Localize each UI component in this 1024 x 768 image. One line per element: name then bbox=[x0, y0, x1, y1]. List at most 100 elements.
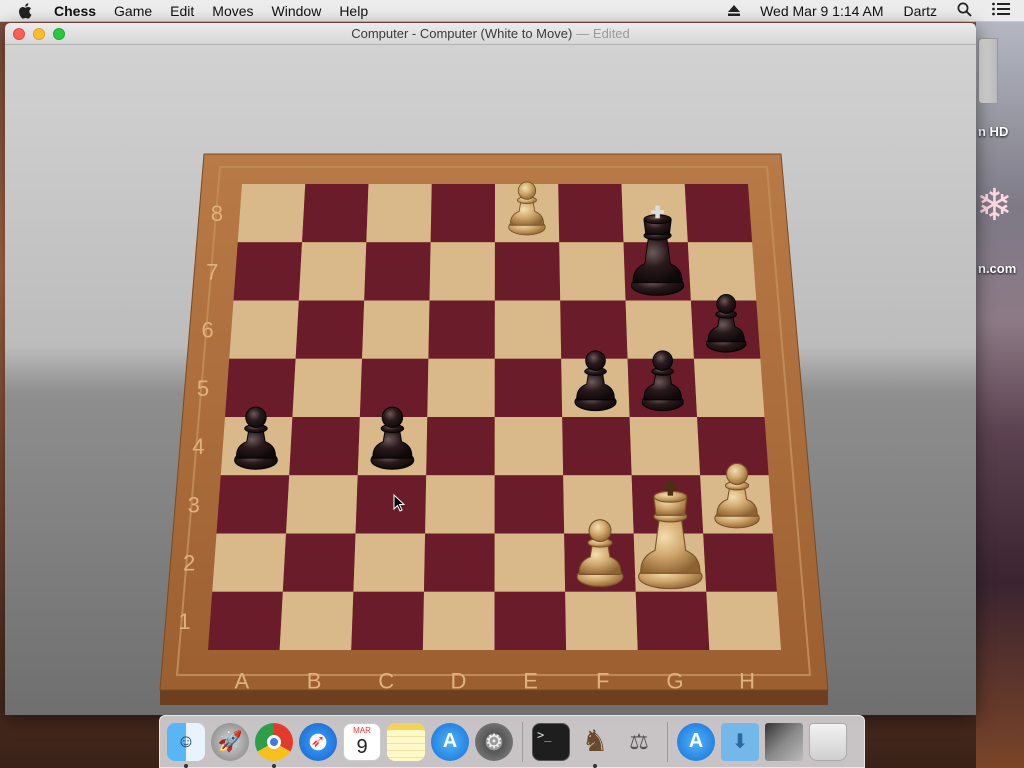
rank-label-7: 7 bbox=[206, 259, 218, 284]
system-preferences-icon[interactable]: ⚙ bbox=[475, 722, 513, 761]
menu-window[interactable]: Window bbox=[272, 3, 322, 19]
desktop-label-hd: n HD bbox=[978, 124, 1009, 139]
board-square[interactable] bbox=[216, 475, 290, 534]
app-store-icon[interactable]: A bbox=[431, 722, 469, 761]
board-square[interactable] bbox=[635, 591, 710, 650]
board-square[interactable] bbox=[286, 475, 358, 534]
board-square[interactable] bbox=[292, 358, 363, 417]
chrome-icon[interactable] bbox=[255, 722, 293, 768]
safari-icon[interactable]: ➶ bbox=[299, 722, 337, 761]
eject-icon[interactable] bbox=[728, 3, 741, 19]
board-square[interactable] bbox=[494, 300, 562, 359]
file-label-f: F bbox=[596, 668, 609, 693]
rank-label-8: 8 bbox=[211, 201, 223, 226]
menu-game[interactable]: Game bbox=[114, 3, 152, 19]
board-square[interactable] bbox=[425, 475, 495, 534]
board-square[interactable] bbox=[687, 242, 757, 301]
window-title: Computer - Computer (White to Move) bbox=[351, 26, 573, 41]
board-square[interactable] bbox=[295, 300, 365, 359]
board-square[interactable] bbox=[430, 184, 495, 243]
board-square[interactable] bbox=[706, 591, 781, 650]
mouse-cursor-icon bbox=[393, 494, 405, 512]
menu-edit[interactable]: Edit bbox=[170, 3, 194, 19]
menu-chess[interactable]: Chess bbox=[54, 3, 96, 19]
dock: ☺ 🚀 ➶ MAR 9 A ⚙ >_ ♞ ⚖ A ⬇ bbox=[159, 715, 865, 768]
board-square[interactable] bbox=[560, 300, 628, 359]
board-square[interactable] bbox=[237, 184, 306, 243]
window-titlebar[interactable]: Computer - Computer (White to Move) — Ed… bbox=[5, 23, 976, 45]
board-square[interactable] bbox=[494, 475, 565, 534]
board-square[interactable] bbox=[355, 475, 427, 534]
board-square[interactable] bbox=[562, 417, 632, 476]
board-square[interactable] bbox=[494, 591, 567, 650]
calendar-day: 9 bbox=[356, 735, 368, 758]
board-square[interactable] bbox=[629, 417, 701, 476]
menu-bar: Chess Game Edit Moves Window Help Wed Ma… bbox=[0, 0, 1024, 22]
board-square[interactable] bbox=[302, 184, 369, 243]
screenshots-stack-icon[interactable] bbox=[765, 722, 803, 761]
board-square[interactable] bbox=[289, 417, 360, 476]
zoom-button[interactable] bbox=[53, 28, 65, 40]
board-square[interactable] bbox=[298, 242, 367, 301]
notes-icon[interactable] bbox=[387, 722, 425, 761]
launchpad-icon[interactable]: 🚀 bbox=[211, 722, 249, 761]
board-square[interactable] bbox=[282, 533, 356, 592]
board-square[interactable] bbox=[423, 533, 495, 592]
board-square[interactable] bbox=[494, 417, 564, 476]
board-square[interactable] bbox=[693, 358, 765, 417]
menu-help[interactable]: Help bbox=[339, 3, 368, 19]
rank-label-4: 4 bbox=[192, 434, 204, 459]
close-button[interactable] bbox=[13, 28, 25, 40]
board-square[interactable] bbox=[351, 591, 424, 650]
spotlight-search-icon[interactable] bbox=[957, 2, 972, 20]
chess-scene: A B C D E F G H 1 2 3 4 5 6 7 8 bbox=[5, 45, 976, 715]
board-square[interactable] bbox=[364, 242, 431, 301]
board-square[interactable] bbox=[494, 533, 566, 592]
app-store-download-icon[interactable]: A bbox=[677, 722, 715, 761]
board-square[interactable] bbox=[208, 591, 283, 650]
board-square[interactable] bbox=[625, 300, 694, 359]
dock-separator-2 bbox=[667, 721, 668, 762]
board-square[interactable] bbox=[429, 242, 495, 301]
window-edited-status: — Edited bbox=[576, 26, 630, 41]
trash-icon[interactable] bbox=[809, 722, 847, 761]
downloads-folder-icon[interactable]: ⬇ bbox=[721, 722, 759, 761]
board-square[interactable] bbox=[565, 591, 638, 650]
board-square[interactable] bbox=[558, 184, 624, 243]
rank-label-6: 6 bbox=[202, 318, 214, 343]
calendar-icon[interactable]: MAR 9 bbox=[343, 722, 381, 761]
terminal-icon[interactable]: >_ bbox=[532, 722, 570, 761]
board-square[interactable] bbox=[426, 417, 495, 476]
minimize-button[interactable] bbox=[33, 28, 45, 40]
menu-moves[interactable]: Moves bbox=[212, 3, 253, 19]
finder-icon[interactable]: ☺ bbox=[167, 722, 205, 768]
notification-center-icon[interactable] bbox=[992, 2, 1010, 19]
board-square[interactable] bbox=[684, 184, 753, 243]
board-square[interactable] bbox=[703, 533, 777, 592]
rank-label-3: 3 bbox=[188, 492, 200, 517]
board-square[interactable] bbox=[212, 533, 287, 592]
hard-drive-icon[interactable] bbox=[978, 38, 998, 104]
activity-utility-icon[interactable]: ⚖ bbox=[620, 723, 658, 761]
board-square[interactable] bbox=[366, 184, 432, 243]
board-square[interactable] bbox=[428, 300, 495, 359]
menubar-user[interactable]: Dartz bbox=[904, 3, 937, 19]
board-square[interactable] bbox=[279, 591, 354, 650]
board-square[interactable] bbox=[494, 242, 561, 301]
board-square[interactable] bbox=[229, 300, 299, 359]
chess-board[interactable]: A B C D E F G H 1 2 3 4 5 6 7 8 bbox=[5, 45, 976, 715]
dock-separator bbox=[522, 721, 523, 762]
board-square[interactable] bbox=[362, 300, 430, 359]
board-square[interactable] bbox=[353, 533, 426, 592]
file-label-b: B bbox=[307, 668, 322, 693]
board-square[interactable] bbox=[559, 242, 626, 301]
file-label-h: H bbox=[739, 668, 755, 693]
board-square[interactable] bbox=[233, 242, 303, 301]
board-square[interactable] bbox=[427, 358, 495, 417]
board-square[interactable] bbox=[494, 358, 563, 417]
chess-app-icon[interactable]: ♞ bbox=[576, 723, 614, 768]
menubar-clock[interactable]: Wed Mar 9 1:14 AM bbox=[760, 3, 883, 19]
desktop-file-icon[interactable]: ❄ bbox=[976, 176, 1013, 236]
board-square[interactable] bbox=[422, 591, 495, 650]
apple-menu-icon[interactable] bbox=[18, 1, 38, 21]
